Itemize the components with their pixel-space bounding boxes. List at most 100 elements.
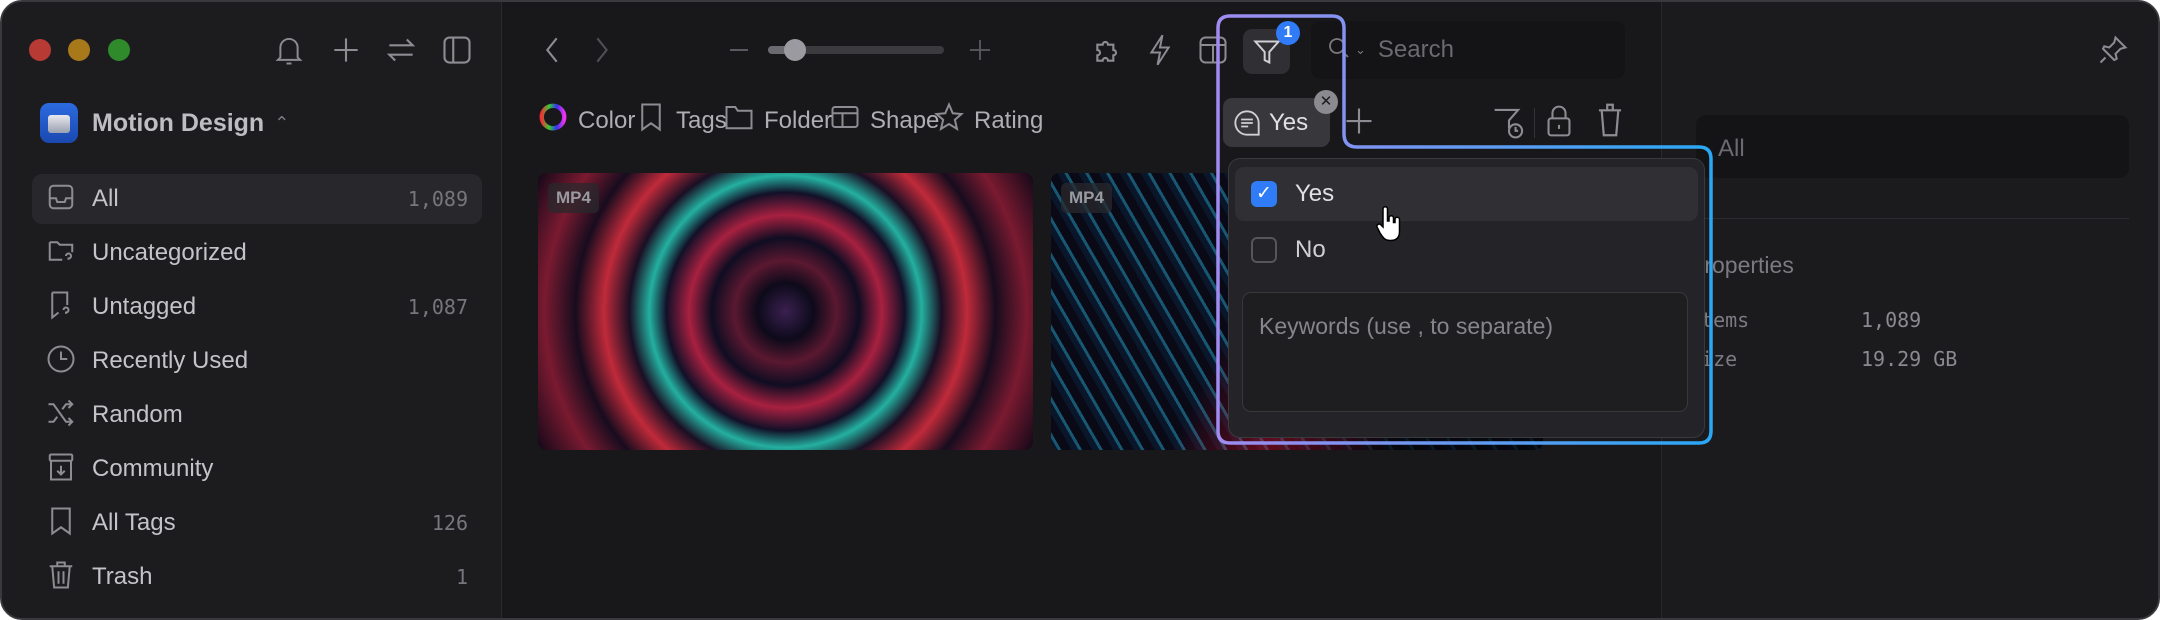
filter-button[interactable]: 1	[1243, 21, 1300, 74]
shape-icon	[830, 102, 860, 139]
filter-icon	[1253, 40, 1281, 65]
sidebar-toggle-icon[interactable]	[442, 35, 472, 65]
sidebar-item-label: Untagged	[92, 293, 197, 320]
option-yes[interactable]: ✓ Yes	[1235, 167, 1698, 221]
search-placeholder: Search	[1377, 36, 1454, 63]
chip-label: Yes	[1269, 108, 1309, 136]
sidebar-item-label: All Tags	[92, 509, 176, 536]
sidebar-item-label: All	[92, 185, 119, 212]
sidebar-item-trash[interactable]: Trash 1	[32, 552, 482, 602]
filter-label: Rating	[974, 106, 1044, 134]
filter-tags-button[interactable]: Tags	[636, 102, 727, 139]
library-icon	[40, 103, 78, 143]
sidebar-item-untagged[interactable]: Untagged 1,087	[32, 282, 482, 332]
lock-icon[interactable]	[1545, 104, 1573, 138]
zoom-slider-thumb[interactable]	[784, 39, 806, 61]
filter-folder-button[interactable]: Folder	[724, 102, 832, 139]
filter-dropdown: ✓ Yes No Keywords (use , to separate)	[1228, 158, 1705, 438]
chevron-updown-icon: ⌃	[274, 112, 290, 133]
sidebar-item-all-tags[interactable]: All Tags 126	[32, 498, 482, 548]
zoom-out-icon[interactable]	[730, 49, 748, 51]
option-label: No	[1295, 236, 1326, 263]
forward-icon[interactable]	[592, 36, 612, 64]
sidebar-item-count: 1,089	[407, 187, 468, 211]
sidebar-item-random[interactable]: Random	[32, 390, 482, 440]
filter-history-icon[interactable]	[1492, 106, 1526, 140]
zoom-window-button[interactable]	[108, 39, 130, 61]
sidebar-item-recently-used[interactable]: Recently Used	[32, 336, 482, 386]
divider	[1534, 108, 1535, 138]
divider	[1696, 218, 2129, 219]
filter-color-button[interactable]: Color	[538, 102, 635, 139]
sync-icon[interactable]	[387, 36, 415, 64]
checkbox-unchecked[interactable]	[1251, 237, 1277, 263]
file-type-badge: MP4	[548, 183, 599, 213]
tag-icon	[636, 102, 666, 139]
plus-icon[interactable]	[332, 36, 360, 64]
star-icon	[934, 101, 964, 139]
keywords-placeholder: Keywords (use , to separate)	[1259, 313, 1554, 339]
sidebar-item-label: Trash	[92, 563, 153, 590]
trash-icon[interactable]	[1596, 102, 1624, 138]
sidebar-item-count: 126	[431, 511, 468, 535]
filter-shape-button[interactable]: Shape	[830, 102, 939, 139]
filter-label: Folder	[764, 106, 833, 134]
sidebar: Motion Design ⌃ All 1,089 Uncategorized Unt…	[2, 2, 502, 618]
search-icon	[1327, 36, 1351, 65]
keywords-textarea[interactable]: Keywords (use , to separate)	[1242, 292, 1688, 412]
file-type-badge: MP4	[1061, 183, 1112, 213]
option-label: Yes	[1295, 180, 1335, 207]
sidebar-item-community[interactable]: Community	[32, 444, 482, 494]
add-filter-button[interactable]	[1344, 106, 1374, 141]
filter-label: Shape	[870, 106, 940, 134]
back-icon[interactable]	[542, 36, 562, 64]
bookmark-icon	[46, 506, 76, 541]
color-wheel-icon	[538, 102, 568, 139]
remove-filter-button[interactable]: ✕	[1314, 90, 1338, 114]
sidebar-item-count: 1,087	[407, 295, 468, 319]
chevron-down-icon: ⌄	[1355, 42, 1366, 57]
sidebar-item-count: 1	[455, 565, 468, 589]
property-value: 19.29 GB	[1861, 347, 1958, 371]
inbox-icon	[46, 182, 76, 217]
filter-label: Tags	[676, 106, 727, 134]
filter-rating-button[interactable]: Rating	[934, 101, 1044, 139]
property-value: 1,089	[1861, 308, 1922, 332]
extension-icon[interactable]	[1092, 34, 1124, 66]
checkbox-checked[interactable]: ✓	[1251, 181, 1277, 207]
layout-icon[interactable]	[1198, 35, 1228, 65]
trash-icon	[46, 560, 76, 595]
library-name: Motion Design	[92, 108, 265, 137]
pin-icon[interactable]	[2098, 35, 2128, 65]
active-filter-chip[interactable]: Yes ✕	[1223, 90, 1338, 147]
zoom-in-icon[interactable]	[968, 38, 992, 62]
inspector-panel: All Properties Items 1,089 Size 19.29 GB	[1661, 2, 2158, 618]
close-window-button[interactable]	[29, 39, 51, 61]
sidebar-item-label: Uncategorized	[92, 239, 247, 266]
folder-icon	[724, 102, 754, 139]
library-switcher[interactable]: Motion Design ⌃	[40, 103, 289, 143]
sidebar-item-all[interactable]: All 1,089	[32, 174, 482, 224]
thumbnail[interactable]: MP4	[538, 173, 1033, 450]
option-no[interactable]: No	[1235, 223, 1698, 277]
zoom-slider[interactable]	[768, 39, 944, 61]
sidebar-item-label: Recently Used	[92, 347, 249, 374]
bell-icon[interactable]	[274, 34, 304, 66]
archive-download-icon	[46, 452, 76, 487]
tag-question-icon	[46, 290, 76, 325]
sidebar-item-label: Community	[92, 455, 214, 482]
lightning-icon[interactable]	[1147, 34, 1173, 66]
inspector-field[interactable]: All	[1696, 115, 2129, 178]
text-bubble-icon	[1234, 109, 1260, 136]
inspector-field-value: All	[1718, 135, 1745, 162]
hand-cursor-icon	[1374, 206, 1404, 247]
shuffle-icon	[46, 398, 76, 433]
filter-count-badge: 1	[1276, 21, 1300, 45]
minimize-window-button[interactable]	[68, 39, 90, 61]
sidebar-item-uncategorized[interactable]: Uncategorized	[32, 228, 482, 278]
clock-icon	[46, 344, 76, 379]
folder-question-icon	[46, 236, 76, 271]
search-input[interactable]: ⌄ Search	[1311, 21, 1625, 79]
app-window: Motion Design ⌃ All 1,089 Uncategorized Unt…	[0, 0, 2160, 620]
sidebar-item-label: Random	[92, 401, 183, 428]
